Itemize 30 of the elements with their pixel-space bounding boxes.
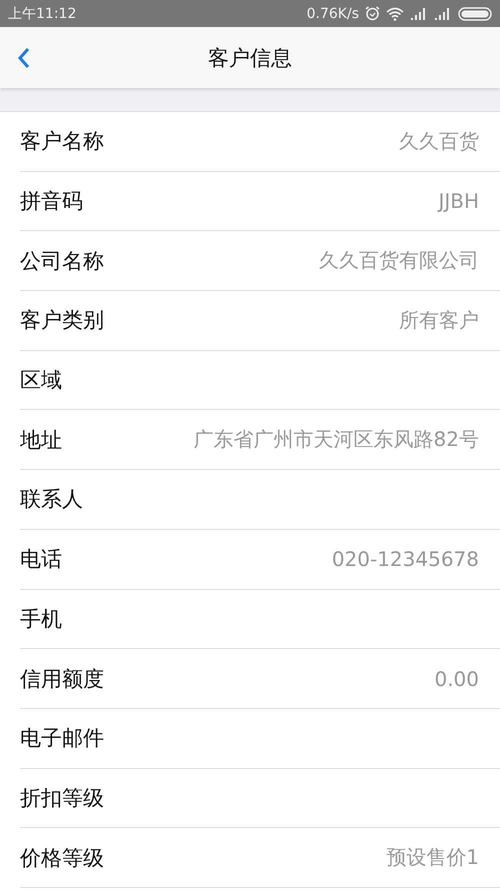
field-value: 所有客户	[399, 306, 479, 334]
field-label: 信用额度	[20, 666, 104, 693]
field-value: 久久百货	[399, 128, 479, 155]
field-label: 客户类别	[20, 307, 104, 334]
field-label: 联系人	[20, 486, 83, 514]
back-icon[interactable]	[17, 47, 31, 69]
field-label: 价格等级	[20, 844, 104, 872]
field-label: 地址	[20, 426, 62, 454]
field-label: 拼音码	[20, 188, 83, 216]
alarm-icon	[365, 6, 380, 21]
field-label: 电话	[20, 546, 62, 574]
signal-icon	[434, 8, 452, 20]
field-value: 广东省广州市天河区东风路82号	[194, 426, 479, 454]
field-label: 公司名称	[20, 248, 104, 275]
field-value: 0.00	[434, 666, 479, 691]
field-label: 电子邮件	[20, 725, 104, 752]
status-time: 上午11:12	[8, 4, 76, 22]
field-value: 久久百货有限公司	[319, 247, 479, 274]
field-label: 手机	[20, 606, 62, 633]
field-value: 020-12345678	[332, 547, 479, 572]
field-label: 折扣等级	[20, 784, 104, 812]
field-value: JJBH	[438, 189, 479, 214]
field-label: 区域	[20, 367, 62, 394]
signal-icon	[410, 8, 428, 20]
page-title: 客户信息	[208, 44, 292, 72]
field-label: 客户名称	[20, 128, 104, 156]
network-speed: 0.76K/s	[306, 6, 359, 22]
battery-icon	[458, 6, 492, 20]
field-value: 预设售价1	[386, 844, 479, 872]
wifi-icon	[386, 6, 404, 20]
